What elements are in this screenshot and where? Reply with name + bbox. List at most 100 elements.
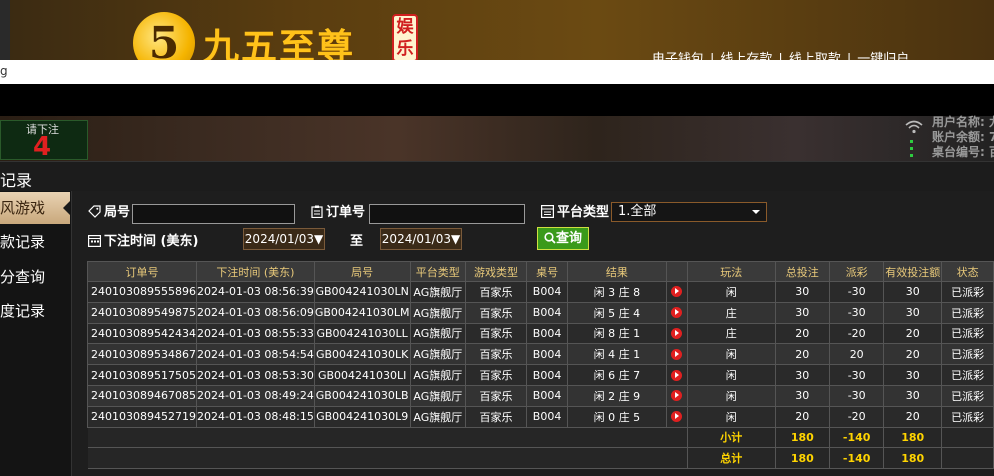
- col-platform: 平台类型: [409, 261, 467, 282]
- cell-game: 百家乐: [465, 364, 527, 386]
- table-row: 240103089549875 2024-01-03 08:56:09 GB0042…: [87, 301, 994, 324]
- replay-cell: [665, 384, 688, 407]
- cell-payout: -20: [829, 405, 885, 428]
- sidebar-item-payment-records[interactable]: 款记录: [0, 226, 70, 258]
- cell-platform: AG旗舰厅: [409, 281, 467, 303]
- cell-bet: 30: [774, 301, 831, 324]
- play-icon[interactable]: [671, 286, 683, 298]
- cell-table: B004: [525, 322, 569, 345]
- link-deposit[interactable]: 线上存款: [720, 52, 772, 60]
- col-table: 桌号: [525, 261, 569, 282]
- cell-table: B004: [525, 281, 569, 303]
- logo-digit: 5: [148, 17, 180, 61]
- cell-round: GB004241030LK: [313, 343, 411, 366]
- calendar-icon: [88, 234, 102, 251]
- link-wallet[interactable]: 电子钱包: [652, 52, 704, 60]
- play-icon[interactable]: [671, 327, 683, 339]
- list-icon: [541, 205, 555, 222]
- table-row: 240103089452719 2024-01-03 08:48:15 GB0042…: [87, 405, 994, 428]
- col-round: 局号: [313, 261, 411, 282]
- cell-payout: -30: [829, 384, 885, 407]
- round-label: 局号: [88, 201, 130, 222]
- total-payout: -140: [829, 447, 885, 470]
- platform-label: 平台类型: [541, 201, 609, 222]
- cell-result: 闲 0 庄 5: [567, 405, 667, 428]
- cell-table: B004: [525, 364, 569, 386]
- total-label: 总计: [686, 447, 776, 470]
- col-game: 游戏类型: [465, 261, 527, 282]
- cell-order: 240103089542434: [87, 322, 197, 345]
- play-icon[interactable]: [671, 348, 683, 360]
- total-valid: 180: [883, 447, 943, 470]
- table-id: 桌台编号: 百: [932, 145, 994, 159]
- table-row: 240103089517505 2024-01-03 08:53:30 GB0042…: [87, 364, 994, 386]
- cell-status: 已派彩: [941, 281, 994, 303]
- url-bar[interactable]: g: [0, 60, 994, 84]
- cell-game: 百家乐: [465, 322, 527, 345]
- modal-sidebar: 风游戏 款记录 分查询 度记录: [0, 191, 72, 476]
- subtotal-bet: 180: [774, 426, 831, 449]
- play-icon[interactable]: [671, 369, 683, 381]
- cell-bet: 20: [774, 405, 831, 428]
- cell-round: GB004241030LN: [313, 281, 411, 303]
- play-icon[interactable]: [671, 411, 683, 423]
- play-icon[interactable]: [671, 390, 683, 402]
- replay-cell: [665, 281, 688, 303]
- summary-end: [941, 426, 994, 449]
- round-input[interactable]: [132, 204, 295, 224]
- cell-status: 已派彩: [941, 322, 994, 345]
- col-total-bet: 总投注: [774, 261, 831, 282]
- cell-time: 2024-01-03 08:48:15: [195, 405, 315, 428]
- subtotal-valid: 180: [883, 426, 943, 449]
- user-info: 用户名称: 九 账户余额: 7 桌台编号: 百: [932, 115, 994, 160]
- col-play: 玩法: [686, 261, 776, 282]
- order-label: 订单号: [311, 201, 365, 222]
- table-row: 240103089467085 2024-01-03 08:49:24 GB0042…: [87, 384, 994, 407]
- date-from-picker[interactable]: 2024/01/03▼: [243, 228, 325, 250]
- replay-cell: [665, 364, 688, 386]
- cell-result: 闲 3 庄 8: [567, 281, 667, 303]
- date-to-picker[interactable]: 2024/01/03▼: [380, 228, 462, 250]
- platform-select[interactable]: 1.全部: [611, 202, 767, 222]
- summary-end: [941, 447, 994, 470]
- user-name: 用户名称: 九: [932, 115, 994, 129]
- cell-platform: AG旗舰厅: [409, 343, 467, 366]
- records-table: 订单号 下注时间 (美东) 局号 平台类型 游戏类型 桌号 结果 玩法 总投注 …: [87, 261, 994, 470]
- cell-result: 闲 5 庄 4: [567, 301, 667, 324]
- sidebar-item-game-records[interactable]: 风游戏: [0, 192, 70, 224]
- replay-cell: [665, 322, 688, 345]
- cell-time: 2024-01-03 08:54:54: [195, 343, 315, 366]
- cell-payout: -30: [829, 301, 885, 324]
- cell-valid: 30: [883, 364, 943, 386]
- col-result: 结果: [567, 261, 667, 282]
- game-scene: [0, 116, 994, 161]
- cell-status: 已派彩: [941, 301, 994, 324]
- cell-table: B004: [525, 405, 569, 428]
- cell-order: 240103089467085: [87, 384, 197, 407]
- cell-order: 240103089452719: [87, 405, 197, 428]
- query-button[interactable]: 查询: [537, 227, 589, 250]
- order-input[interactable]: [369, 204, 525, 224]
- cell-play: 闲: [686, 405, 776, 428]
- logo-icon[interactable]: 5: [133, 12, 195, 60]
- cell-valid: 20: [883, 343, 943, 366]
- sidebar-item-points-query[interactable]: 分查询: [0, 261, 70, 293]
- play-icon[interactable]: [671, 307, 683, 319]
- cell-result: 闲 6 庄 7: [567, 364, 667, 386]
- replay-cell: [665, 405, 688, 428]
- sidebar-item-limit-records[interactable]: 度记录: [0, 295, 70, 327]
- link-withdraw[interactable]: 线上取款: [789, 52, 841, 60]
- replay-cell: [665, 301, 688, 324]
- cell-time: 2024-01-03 08:56:39: [195, 281, 315, 303]
- link-consolidate[interactable]: 一键归户: [857, 52, 909, 60]
- cell-platform: AG旗舰厅: [409, 384, 467, 407]
- bet-time-label: 下注时间 (美东): [88, 230, 198, 251]
- col-payout: 派彩: [829, 261, 885, 282]
- cell-table: B004: [525, 301, 569, 324]
- platform-selected-value: 1.全部: [618, 204, 657, 219]
- cell-play: 闲: [686, 364, 776, 386]
- top-banner: 5 九五至尊 娱乐 电子钱包 | 线上存款 | 线上取款 | 一键归户: [0, 0, 994, 60]
- subtotal-row: 小计 180 -140 180: [87, 426, 994, 449]
- search-icon: [544, 230, 556, 251]
- modal-header: 记录: [0, 161, 994, 191]
